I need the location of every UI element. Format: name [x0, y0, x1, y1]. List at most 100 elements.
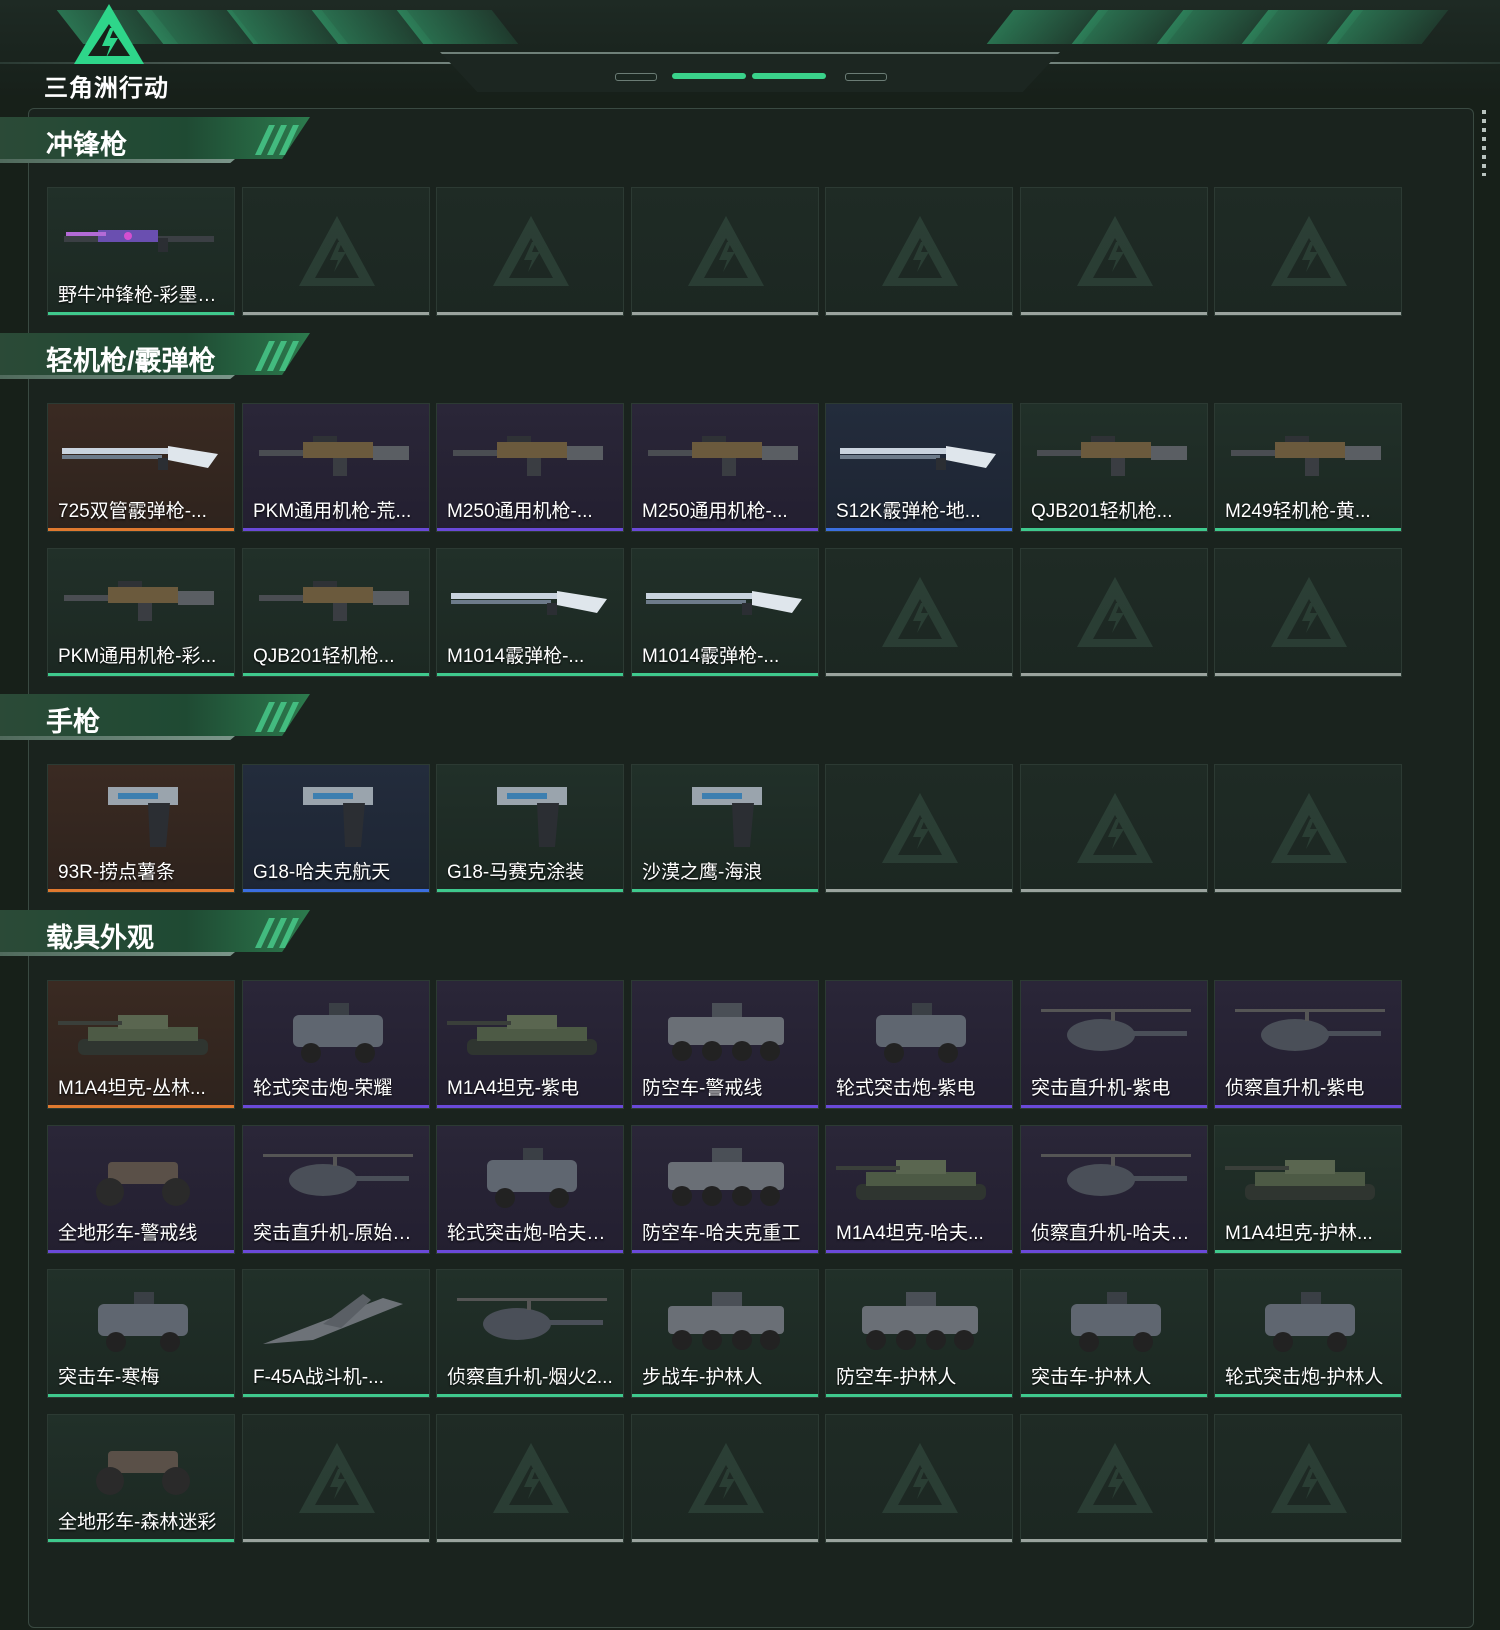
item-card[interactable]: PKM通用机枪-荒... [242, 403, 430, 532]
rarity-bar [243, 1394, 429, 1397]
rarity-bar [826, 1250, 1012, 1253]
helicopter-icon [447, 1284, 613, 1356]
rarity-bar [48, 1105, 234, 1108]
rarity-bar [632, 1105, 818, 1108]
banner-pill [615, 73, 657, 81]
item-name: PKM通用机枪-荒... [253, 501, 412, 522]
armored-car-icon [58, 1284, 224, 1356]
item-card[interactable]: M250通用机枪-... [436, 403, 624, 532]
item-card[interactable]: G18-马赛克涂装 [436, 764, 624, 893]
item-card[interactable]: M250通用机枪-... [631, 403, 819, 532]
rarity-bar [243, 889, 429, 892]
machine-gun-icon [447, 418, 613, 490]
item-card[interactable]: QJB201轻机枪... [1020, 403, 1208, 532]
item-card[interactable]: 轮式突击炮-护林人 [1214, 1269, 1402, 1398]
machine-gun-icon [1031, 418, 1197, 490]
item-card[interactable]: 侦察直升机-紫电 [1214, 980, 1402, 1109]
item-card[interactable]: 野牛冲锋枪-彩墨喷... [47, 187, 235, 316]
atv-icon [58, 1429, 224, 1501]
item-card[interactable]: 全地形车-警戒线 [47, 1125, 235, 1254]
shotgun-icon [836, 418, 1002, 490]
scrollbar[interactable] [1482, 110, 1486, 176]
apc-icon [642, 995, 808, 1067]
item-name: M1A4坦克-紫电 [447, 1078, 579, 1099]
item-name: 93R-捞点薯条 [58, 862, 176, 883]
item-card[interactable]: M1A4坦克-紫电 [436, 980, 624, 1109]
item-card[interactable]: 突击车-寒梅 [47, 1269, 235, 1398]
rarity-bar [632, 1539, 818, 1542]
item-card[interactable]: 沙漠之鹰-海浪 [631, 764, 819, 893]
rarity-bar [48, 528, 234, 531]
tank-icon [58, 995, 224, 1067]
banner-pill-active [672, 73, 746, 79]
rarity-bar [826, 1539, 1012, 1542]
helicopter-icon [1031, 995, 1197, 1067]
delta-watermark-icon [1269, 214, 1349, 288]
item-card[interactable]: 突击车-护林人 [1020, 1269, 1208, 1398]
item-card[interactable]: 轮式突击炮-紫电 [825, 980, 1013, 1109]
item-card[interactable]: 防空车-护林人 [825, 1269, 1013, 1398]
top-banner: 三角洲行动 [0, 0, 1500, 102]
item-name: 轮式突击炮-紫电 [836, 1078, 976, 1099]
rarity-bar [437, 673, 623, 676]
item-card[interactable]: 防空车-警戒线 [631, 980, 819, 1109]
section-header: 载具外观 [0, 910, 330, 958]
item-card[interactable]: 全地形车-森林迷彩 [47, 1414, 235, 1543]
empty-slot [1214, 187, 1402, 316]
delta-watermark-icon [880, 575, 960, 649]
item-name: QJB201轻机枪... [253, 646, 395, 667]
shotgun-icon [58, 418, 224, 490]
empty-slot [825, 1414, 1013, 1543]
banner-pill-active [752, 73, 826, 79]
item-name: 野牛冲锋枪-彩墨喷... [58, 285, 230, 306]
item-card[interactable]: 轮式突击炮-哈夫克... [436, 1125, 624, 1254]
item-card[interactable]: 轮式突击炮-荣耀 [242, 980, 430, 1109]
tank-icon [836, 1140, 1002, 1212]
shotgun-icon [447, 563, 613, 635]
item-card[interactable]: 突击直升机-原始伪... [242, 1125, 430, 1254]
item-card[interactable]: 侦察直升机-哈夫克... [1020, 1125, 1208, 1254]
atv-icon [58, 1140, 224, 1212]
item-card[interactable]: F-45A战斗机-... [242, 1269, 430, 1398]
item-name: 侦察直升机-紫电 [1225, 1078, 1365, 1099]
item-card[interactable]: M1A4坦克-护林... [1214, 1125, 1402, 1254]
helicopter-icon [1225, 995, 1391, 1067]
item-card[interactable]: 突击直升机-紫电 [1020, 980, 1208, 1109]
armored-car-icon [253, 995, 419, 1067]
item-card[interactable]: QJB201轻机枪... [242, 548, 430, 677]
item-card[interactable]: M1A4坦克-哈夫... [825, 1125, 1013, 1254]
rarity-bar [826, 1394, 1012, 1397]
section-title: 手枪 [46, 707, 100, 737]
logo-text: 三角洲行动 [44, 75, 169, 102]
delta-watermark-icon [686, 214, 766, 288]
item-name: 突击车-寒梅 [58, 1367, 160, 1388]
item-card[interactable]: 725双管霰弹枪-... [47, 403, 235, 532]
item-card[interactable]: PKM通用机枪-彩... [47, 548, 235, 677]
delta-watermark-icon [1269, 791, 1349, 865]
rarity-bar [48, 1394, 234, 1397]
item-card[interactable]: 侦察直升机-烟火2... [436, 1269, 624, 1398]
item-card[interactable]: M1A4坦克-丛林... [47, 980, 235, 1109]
item-card[interactable]: 防空车-哈夫克重工 [631, 1125, 819, 1254]
rarity-bar [48, 889, 234, 892]
item-card[interactable]: S12K霰弹枪-地... [825, 403, 1013, 532]
item-card[interactable]: G18-哈夫克航天 [242, 764, 430, 893]
item-card[interactable]: 93R-捞点薯条 [47, 764, 235, 893]
apc-icon [642, 1140, 808, 1212]
rarity-bar [437, 1394, 623, 1397]
rarity-bar [1021, 1394, 1207, 1397]
item-card[interactable]: M1014霰弹枪-... [631, 548, 819, 677]
empty-slot [1020, 187, 1208, 316]
delta-watermark-icon [880, 1441, 960, 1515]
rarity-bar [243, 312, 429, 315]
rarity-bar [632, 673, 818, 676]
delta-watermark-icon [1075, 214, 1155, 288]
delta-watermark-icon [297, 214, 377, 288]
item-card[interactable]: 步战车-护林人 [631, 1269, 819, 1398]
item-card[interactable]: M249轻机枪-黄... [1214, 403, 1402, 532]
rarity-bar [1021, 1250, 1207, 1253]
item-card[interactable]: M1014霰弹枪-... [436, 548, 624, 677]
item-name: 全地形车-警戒线 [58, 1223, 198, 1244]
rarity-bar [1021, 1539, 1207, 1542]
pistol-icon [58, 779, 224, 851]
